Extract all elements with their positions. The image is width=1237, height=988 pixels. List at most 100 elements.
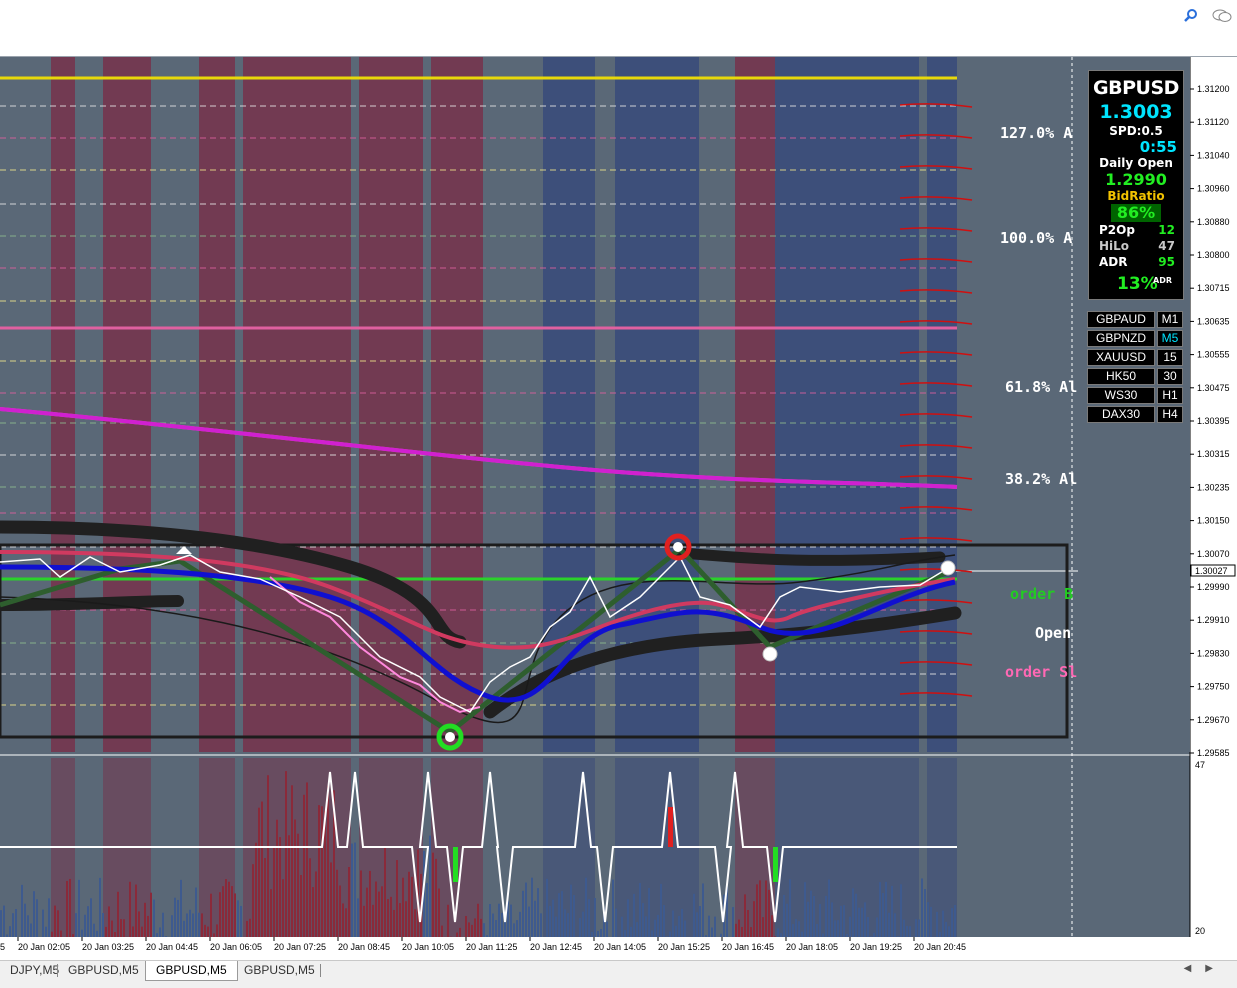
volume-bar bbox=[330, 862, 332, 950]
y-tick-label: 1.29670 bbox=[1197, 715, 1230, 725]
p2op-value: 12 bbox=[1158, 223, 1175, 237]
symbol-label[interactable]: HK50 bbox=[1087, 368, 1155, 385]
y-tick-label: 1.30880 bbox=[1197, 217, 1230, 227]
session-zone bbox=[243, 57, 351, 752]
y-tick-label: 1.30070 bbox=[1197, 549, 1230, 559]
volume-bar bbox=[297, 833, 299, 950]
x-tick-label: 20 Jan 04:45 bbox=[146, 942, 198, 952]
timeframe-label[interactable]: M5 bbox=[1157, 330, 1183, 347]
volume-bar bbox=[267, 775, 269, 950]
session-zone bbox=[775, 57, 919, 752]
x-tick-label: 20 Jan 18:05 bbox=[786, 942, 838, 952]
x-tick-label: 20 Jan 14:05 bbox=[594, 942, 646, 952]
x-tick-label: 20 Jan 15:25 bbox=[658, 942, 710, 952]
buy-spike bbox=[773, 847, 778, 882]
chart-tabs: DJPY,M5 GBPUSD,M5 GBPUSD,M5 GBPUSD,M5 ◀▶ bbox=[0, 960, 1237, 988]
y-tick-label: 1.29750 bbox=[1197, 682, 1230, 692]
swing-marker bbox=[940, 560, 956, 576]
y-tick-label: 1.29990 bbox=[1197, 582, 1230, 592]
chart-tab[interactable]: GBPUSD,M5 bbox=[234, 961, 325, 980]
y-tick-label: 1.31120 bbox=[1197, 117, 1229, 127]
volume-bar bbox=[264, 857, 266, 950]
volume-bar bbox=[273, 846, 275, 950]
y-tick-label: 1.30315 bbox=[1197, 449, 1230, 459]
fib-label: 100.0% A bbox=[1000, 229, 1072, 247]
volume-bar bbox=[288, 835, 290, 950]
indicator-min-label: 20 bbox=[1195, 926, 1205, 936]
x-tick-label: 5 bbox=[0, 942, 5, 952]
symbol-button[interactable]: GBPAUD M1 bbox=[1087, 311, 1183, 328]
x-tick-label: 20 Jan 08:45 bbox=[338, 942, 390, 952]
tab-scroll-arrows[interactable]: ◀▶ bbox=[1184, 963, 1227, 974]
buy-signal-dot bbox=[445, 732, 455, 742]
fib-label: 38.2% Al bbox=[1005, 470, 1077, 488]
order-label: order B bbox=[1010, 585, 1073, 603]
timeframe-label[interactable]: 30 bbox=[1157, 368, 1183, 385]
timeframe-label[interactable]: 15 bbox=[1157, 349, 1183, 366]
y-tick-label: 1.31040 bbox=[1197, 150, 1230, 160]
session-zone bbox=[543, 57, 595, 752]
volume-bar bbox=[327, 785, 329, 950]
symbol-button[interactable]: DAX30 H4 bbox=[1087, 406, 1183, 423]
search-icon[interactable] bbox=[1183, 8, 1199, 24]
symbol-label[interactable]: DAX30 bbox=[1087, 406, 1155, 423]
symbol-label[interactable]: WS30 bbox=[1087, 387, 1155, 404]
symbol-button[interactable]: HK50 30 bbox=[1087, 368, 1183, 385]
volume-bar bbox=[351, 843, 353, 950]
symbol-label[interactable]: GBPNZD bbox=[1087, 330, 1155, 347]
x-tick-label: 20 Jan 12:45 bbox=[530, 942, 582, 952]
x-tick-label: 20 Jan 06:05 bbox=[210, 942, 262, 952]
volume-bar bbox=[396, 860, 398, 950]
volume-bar bbox=[261, 801, 263, 950]
adr-percent: 13% bbox=[1117, 274, 1158, 294]
y-tick-label: 1.29585 bbox=[1197, 748, 1230, 758]
arrow-right-icon[interactable]: ▶ bbox=[1205, 963, 1227, 974]
x-tick-label: 20 Jan 10:05 bbox=[402, 942, 454, 952]
hilo-label: HiLo bbox=[1099, 239, 1130, 253]
adr-suffix: ADR bbox=[1153, 276, 1172, 285]
volume-bar bbox=[294, 819, 296, 950]
indicator-max-label: 47 bbox=[1195, 760, 1205, 770]
volume-bar bbox=[276, 819, 278, 950]
volume-bar bbox=[291, 785, 293, 950]
price-chart[interactable]: 1.31200 1.31120 1.31040 1.30960 1.30880 1.308… bbox=[0, 57, 1237, 960]
symbol-button[interactable]: XAUUSD 15 bbox=[1087, 349, 1183, 366]
arrow-left-icon[interactable]: ◀ bbox=[1184, 963, 1206, 974]
session-zone bbox=[51, 57, 75, 752]
volume-bar bbox=[435, 858, 437, 950]
y-tick-label: 1.30150 bbox=[1197, 516, 1230, 526]
y-tick-label: 1.29830 bbox=[1197, 648, 1230, 658]
x-tick-label: 20 Jan 20:45 bbox=[914, 942, 966, 952]
timeframe-label[interactable]: H1 bbox=[1157, 387, 1183, 404]
y-tick-label: 1.30555 bbox=[1197, 350, 1230, 360]
chart-tab-active[interactable]: GBPUSD,M5 bbox=[145, 961, 238, 981]
sell-signal-dot bbox=[673, 542, 683, 552]
session-zone bbox=[103, 57, 151, 752]
order-label: order Sl bbox=[1005, 663, 1077, 681]
volume-bar bbox=[306, 782, 308, 950]
symbol-label[interactable]: GBPAUD bbox=[1087, 311, 1155, 328]
fib-label: 61.8% Al bbox=[1005, 378, 1077, 396]
y-tick-label: 1.30635 bbox=[1197, 316, 1230, 326]
y-tick-label: 1.31200 bbox=[1197, 84, 1230, 94]
x-tick-label: 20 Jan 19:25 bbox=[850, 942, 902, 952]
y-tick-label: 1.29910 bbox=[1197, 615, 1230, 625]
session-zone bbox=[199, 57, 235, 752]
symbol-name: GBPUSD bbox=[1093, 77, 1179, 99]
x-tick-label: 20 Jan 02:05 bbox=[18, 942, 70, 952]
volume-bar bbox=[429, 835, 431, 950]
volume-bar bbox=[279, 837, 281, 950]
timeframe-label[interactable]: M1 bbox=[1157, 311, 1183, 328]
symbol-button[interactable]: GBPNZD M5 bbox=[1087, 330, 1183, 347]
chat-icon[interactable] bbox=[1211, 8, 1233, 24]
volume-bar bbox=[285, 771, 287, 950]
volume-bar bbox=[384, 846, 386, 950]
symbol-button[interactable]: WS30 H1 bbox=[1087, 387, 1183, 404]
timeframe-label[interactable]: H4 bbox=[1157, 406, 1183, 423]
x-tick-label: 20 Jan 11:25 bbox=[466, 942, 517, 952]
order-label: Open bbox=[1035, 624, 1071, 642]
chart-tab[interactable]: GBPUSD,M5 bbox=[58, 961, 149, 980]
volume-bar bbox=[432, 852, 434, 950]
symbol-label[interactable]: XAUUSD bbox=[1087, 349, 1155, 366]
info-panel: GBPUSD 1.3003 SPD:0.5 0:55 Daily Open 1.… bbox=[1088, 70, 1184, 300]
